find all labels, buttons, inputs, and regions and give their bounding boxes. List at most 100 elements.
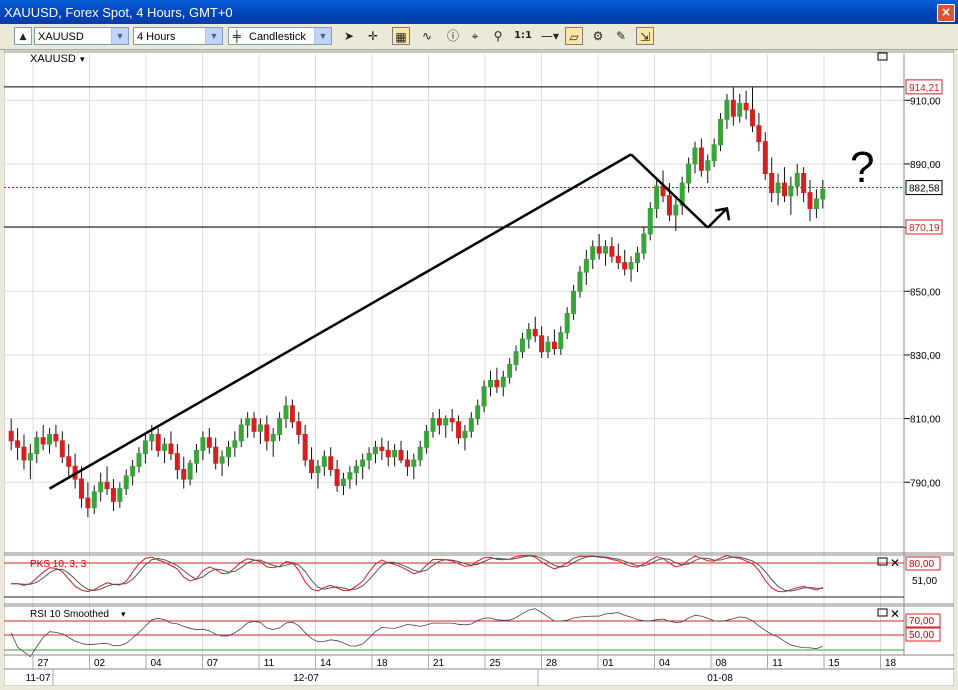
candle-body [142,440,148,455]
candle-body [641,233,647,254]
candle-body [225,446,231,458]
candle-body [353,465,359,474]
candle-body [21,446,27,461]
candle-body [155,434,161,451]
y-tick-label: 810,00 [910,415,941,426]
grid-icon[interactable]: ▦ [392,27,410,45]
zoom-area-icon[interactable]: ⌖ [466,27,484,45]
candle-body [385,449,391,458]
candle-body [654,185,660,210]
template-icon[interactable]: ⚙ [589,27,607,45]
x-tick-label: 14 [320,658,332,669]
candle-body [564,313,570,334]
candle-body [194,449,200,464]
y-tick-label: 890,00 [910,160,941,171]
candle-body [66,456,72,467]
candle-body [781,182,787,197]
title-bar: XAUUSD, Forex Spot, 4 Hours, GMT+0 × [0,0,958,24]
crosshair-icon[interactable]: ✛ [364,27,382,45]
autoscale-icon[interactable]: ⇲ [636,27,654,45]
candle-body [756,125,762,143]
candle-body [430,418,436,432]
rsi-level-70: 70,00 [909,616,934,627]
candle-body [807,192,813,210]
candle-body [507,363,513,378]
cursor-icon[interactable]: ➤ [340,27,358,45]
magnify-icon[interactable]: ⚲ [489,27,507,45]
candle-body [647,208,653,235]
eraser-icon[interactable]: ▱ [565,27,583,45]
line-style-icon[interactable]: —▾ [538,27,562,45]
candle-body [615,255,621,264]
x-tick-label: 08 [715,658,727,669]
chevron-down-icon[interactable]: ▼ [205,28,222,44]
candle-body [296,421,302,436]
candle-body [245,418,251,426]
candle-body [136,453,142,467]
level-price-label: 870,19 [909,223,940,234]
timeframe-value: 4 Hours [137,31,176,43]
symbol-select[interactable]: XAUUSD ▼ [34,27,129,45]
rsi-label[interactable]: RSI 10 Smoothed [30,609,109,620]
y-tick-label: 830,00 [910,351,941,362]
chevron-down-icon[interactable]: ▾ [121,609,126,619]
candle-body [232,440,238,448]
candle-body [545,341,551,353]
chevron-down-icon[interactable]: ▼ [111,28,128,44]
candle-body [519,338,525,353]
indicator-icon[interactable]: ∿ [418,27,436,45]
instrument-label[interactable]: XAUUSD [30,53,76,65]
candle-body [481,386,487,407]
candle-body [609,246,615,257]
candle-body [219,456,225,464]
chart-style-select[interactable]: ╪ Candlestick ▼ [228,27,332,45]
x-tick-label: 27 [37,658,49,669]
candle-body [8,430,14,442]
candle-body [341,478,347,486]
candle-body [743,102,749,111]
candle-body [34,437,40,455]
candle-body [117,488,123,502]
x-tick-label: 28 [546,658,558,669]
candle-body [686,163,692,184]
candle-body [750,109,756,127]
drawing-tool-icon[interactable]: ✎ [612,27,630,45]
chart-area[interactable]: XAUUSD ▾ 790,00810,00830,00850,00870,008… [3,49,955,687]
close-icon[interactable]: ✕ [890,607,900,621]
timeframe-select[interactable]: 4 Hours ▼ [133,27,223,45]
candle-body [328,456,334,471]
candle-body [289,405,295,423]
x-tick-label: 04 [659,658,671,669]
candle-body [91,491,97,509]
candle-body [238,424,244,442]
close-icon[interactable]: ✕ [890,556,900,570]
candle-body [769,172,775,194]
candlestick-icon: ╪ [233,31,241,43]
rsi-level-50: 50,00 [909,630,934,641]
candle-body [794,172,800,187]
close-icon[interactable]: × [937,4,955,22]
candle-body [820,188,826,200]
x-tick-label: 11 [772,658,783,669]
candle-body [130,465,136,477]
scroll-up-icon[interactable]: ▲ [14,27,32,45]
stochastic-label[interactable]: PKS 10, 3, 3 [30,559,87,570]
candle-body [775,182,781,194]
candle-body [762,141,768,174]
ratio-button[interactable]: 1:1 [512,27,534,45]
x-tick-label: 01 [602,658,614,669]
candle-body [634,252,640,264]
x-tick-label: 18 [885,658,897,669]
toolbar: ▲ XAUUSD ▼ 4 Hours ▼ ╪ Candlestick ▼ ➤ ✛… [0,24,958,50]
candle-body [724,99,730,120]
info-icon[interactable]: ⓘ [444,27,462,45]
candle-body [673,204,679,216]
chevron-down-icon[interactable]: ▾ [80,54,85,64]
candle-body [392,449,398,458]
candle-body [577,271,583,292]
candle-body [149,434,155,442]
x-tick-label: 07 [207,658,219,669]
candle-body [123,475,129,490]
chevron-down-icon[interactable]: ▼ [314,28,331,44]
candle-body [462,430,468,439]
